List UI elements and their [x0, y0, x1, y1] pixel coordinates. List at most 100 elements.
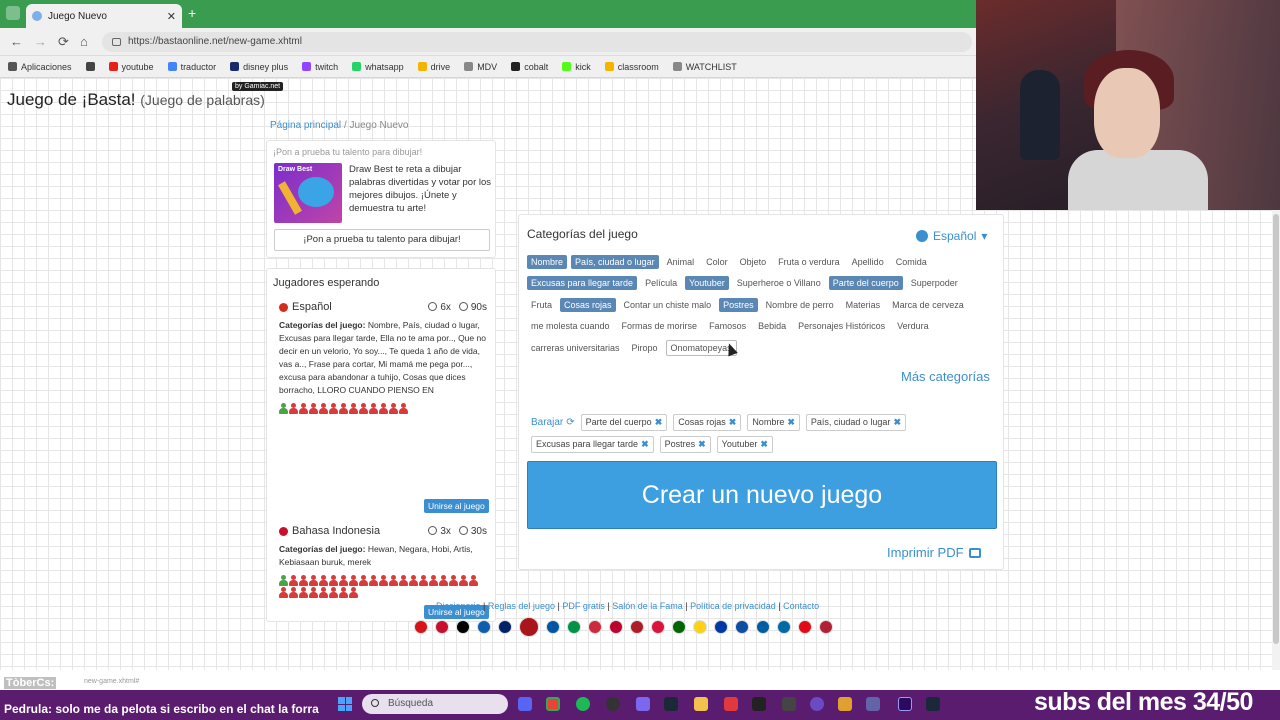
language-flag-icon[interactable]	[819, 620, 833, 634]
language-flag-icon[interactable]	[630, 620, 644, 634]
category-option[interactable]: Animal	[663, 255, 699, 269]
language-flag-icon[interactable]	[714, 620, 728, 634]
category-option[interactable]: Superpoder	[907, 276, 962, 290]
language-flag-icon[interactable]	[456, 620, 470, 634]
url-input[interactable]: https://bastaonline.net/new-game.xhtml	[102, 32, 972, 52]
remove-icon[interactable]: ✖	[698, 439, 706, 450]
home-icon[interactable]: ⌂	[80, 34, 88, 49]
new-tab-button[interactable]: +	[188, 5, 196, 21]
bookmark-item[interactable]: MDV	[464, 62, 497, 72]
language-flag-icon[interactable]	[546, 620, 560, 634]
language-flag-icon[interactable]	[651, 620, 665, 634]
category-option[interactable]: Nombre de perro	[762, 298, 838, 312]
bookmark-item[interactable]: Aplicaciones	[8, 62, 72, 72]
category-option[interactable]: País, ciudad o lugar	[571, 254, 659, 269]
category-option[interactable]: Objeto	[736, 255, 771, 269]
steam-icon[interactable]	[926, 697, 940, 711]
footer-link[interactable]: Reglas del juego	[488, 601, 555, 611]
category-option[interactable]: Fruta	[527, 298, 556, 312]
category-option[interactable]: Excusas para llegar tarde	[527, 276, 638, 291]
language-flag-icon[interactable]	[519, 617, 539, 637]
bookmark-item[interactable]: disney plus	[230, 62, 288, 72]
capture-app-icon[interactable]	[752, 697, 766, 711]
category-option[interactable]: Comida	[892, 255, 931, 269]
discord-icon[interactable]	[518, 697, 532, 711]
remove-icon[interactable]: ✖	[893, 417, 901, 428]
bookmark-item[interactable]: traductor	[167, 62, 216, 72]
language-flag-icon[interactable]	[798, 620, 812, 634]
remove-icon[interactable]: ✖	[655, 417, 663, 428]
shuffle-button[interactable]: Barajar ⟳	[531, 417, 575, 428]
language-flag-icon[interactable]	[672, 620, 686, 634]
category-option[interactable]: Formas de morirse	[618, 319, 702, 333]
category-option[interactable]: Bebida	[754, 319, 790, 333]
remove-icon[interactable]: ✖	[729, 417, 737, 428]
chrome-icon[interactable]	[546, 697, 560, 711]
category-option[interactable]: Personajes Históricos	[794, 319, 889, 333]
language-flag-icon[interactable]	[414, 620, 428, 634]
app-icon[interactable]	[724, 697, 738, 711]
chat-app-icon[interactable]	[810, 697, 824, 711]
category-option[interactable]: Película	[641, 276, 681, 290]
site-info-icon[interactable]	[112, 38, 121, 46]
category-option[interactable]: Piropo	[628, 341, 662, 355]
category-option[interactable]: Superheroe o Villano	[733, 276, 825, 290]
language-flag-icon[interactable]	[609, 620, 623, 634]
back-arrow-icon[interactable]: ←	[10, 34, 23, 49]
category-option[interactable]: me molesta cuando	[527, 319, 614, 333]
breadcrumb-home-link[interactable]: Página principal	[270, 120, 341, 131]
remove-icon[interactable]: ✖	[641, 439, 649, 450]
category-option[interactable]: Materias	[842, 298, 885, 312]
windows-start-icon[interactable]	[338, 697, 352, 711]
create-game-button[interactable]: Crear un nuevo juego	[527, 461, 997, 529]
language-flag-icon[interactable]	[756, 620, 770, 634]
category-option[interactable]: Contar un chiste malo	[620, 298, 716, 312]
category-option[interactable]: Famosos	[705, 319, 750, 333]
app-icon[interactable]	[838, 697, 852, 711]
print-pdf-link[interactable]: Imprimir PDF	[887, 545, 981, 560]
language-flag-icon[interactable]	[435, 620, 449, 634]
teams-icon[interactable]	[866, 697, 880, 711]
notes-icon[interactable]	[782, 697, 796, 711]
category-option[interactable]: carreras universitarias	[527, 341, 624, 355]
category-option[interactable]: Youtuber	[685, 276, 729, 291]
bookmark-item[interactable]: kick	[562, 62, 591, 72]
draw-best-ad-image[interactable]: Draw Best	[274, 163, 342, 223]
browser-tab[interactable]: Juego Nuevo ✕	[26, 4, 182, 28]
footer-link[interactable]: Salón de la Fama	[612, 601, 683, 611]
language-flag-icon[interactable]	[588, 620, 602, 634]
premiere-icon[interactable]	[898, 697, 912, 711]
footer-link[interactable]: Contacto	[783, 601, 819, 611]
bookmark-item[interactable]: cobalt	[511, 62, 548, 72]
bookmark-item[interactable]: drive	[417, 62, 450, 72]
join-game-button[interactable]: Unirse al juego	[424, 499, 489, 513]
taskbar-search[interactable]: Búsqueda	[362, 694, 508, 714]
category-option[interactable]: Postres	[719, 297, 758, 312]
footer-link[interactable]: PDF gratis	[562, 601, 605, 611]
language-flag-icon[interactable]	[477, 620, 491, 634]
language-flag-icon[interactable]	[777, 620, 791, 634]
category-option[interactable]: Verdura	[893, 319, 933, 333]
category-option[interactable]: Nombre	[527, 254, 568, 269]
bookmark-item[interactable]: whatsapp	[352, 62, 404, 72]
language-select[interactable]: Español ▾	[916, 229, 987, 243]
category-option[interactable]: Marca de cerveza	[888, 298, 968, 312]
category-option[interactable]: Cosas rojas	[560, 297, 616, 312]
more-categories-link[interactable]: Más categorías	[901, 369, 990, 384]
spotify-icon[interactable]	[576, 697, 590, 711]
obs-icon[interactable]	[606, 697, 620, 711]
bookmark-item[interactable]	[85, 62, 95, 71]
bookmark-item[interactable]: youtube	[108, 62, 154, 72]
close-tab-icon[interactable]: ✕	[167, 10, 176, 23]
remove-icon[interactable]: ✖	[760, 439, 768, 450]
category-option[interactable]: Apellido	[848, 255, 888, 269]
media-player-icon[interactable]	[636, 697, 650, 711]
reload-icon[interactable]: ⟳	[58, 34, 69, 50]
footer-link[interactable]: Diccionario	[436, 601, 481, 611]
remove-icon[interactable]: ✖	[787, 417, 795, 428]
language-flag-icon[interactable]	[567, 620, 581, 634]
bookmark-item[interactable]: twitch	[302, 62, 338, 72]
window-menu-icon[interactable]	[6, 6, 20, 20]
footer-link[interactable]: Política de privacidad	[690, 601, 776, 611]
language-flag-icon[interactable]	[735, 620, 749, 634]
